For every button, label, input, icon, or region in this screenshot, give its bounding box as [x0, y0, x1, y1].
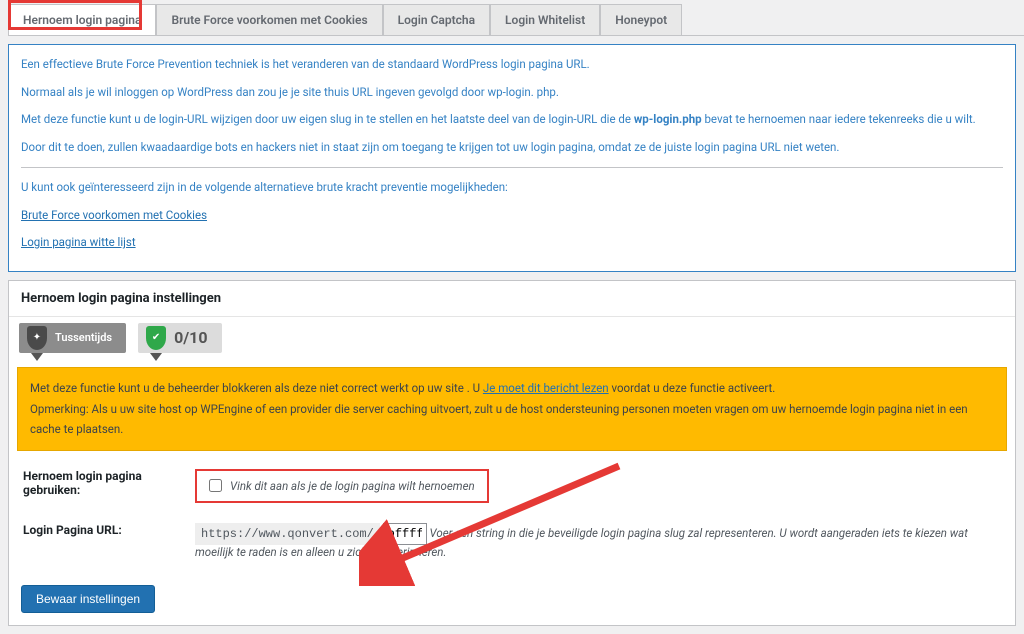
section-heading: Hernoem login pagina instellingen — [9, 281, 1015, 317]
link-brute-force-cookies[interactable]: Brute Force voorkomen met Cookies — [21, 208, 207, 222]
warn-line2: Opmerking: Als u uw site host op WPEngin… — [30, 399, 994, 440]
checkbox-rename-text: Vink dit aan als je de login pagina wilt… — [230, 479, 475, 493]
checkbox-rename-wrapper[interactable]: Vink dit aan als je de login pagina wilt… — [195, 469, 489, 503]
info-p1: Een effectieve Brute Force Prevention te… — [21, 57, 590, 71]
save-button[interactable]: Bewaar instellingen — [21, 585, 155, 613]
warn-line1a: Met deze functie kunt u de beheerder blo… — [30, 381, 483, 395]
tab-honeypot[interactable]: Honeypot — [600, 4, 682, 35]
info-p5: U kunt ook geïnteresseerd zijn in de vol… — [21, 178, 1003, 198]
shield-check-icon: ✔ — [146, 326, 166, 350]
info-panel: Een effectieve Brute Force Prevention te… — [8, 44, 1016, 272]
badge-score-value: 0/10 — [174, 328, 207, 347]
row-url-label: Login Pagina URL: — [9, 513, 189, 569]
tab-brute-force-cookies[interactable]: Brute Force voorkomen met Cookies — [156, 4, 382, 35]
login-slug-input[interactable] — [383, 523, 427, 545]
warn-line1b: voordat u deze functie activeert. — [609, 381, 776, 395]
tab-rename-login[interactable]: Hernoem login pagina — [8, 4, 156, 35]
checkbox-rename-login[interactable] — [209, 479, 222, 492]
warn-read-link[interactable]: Je moet dit bericht lezen — [483, 381, 609, 395]
tab-login-whitelist[interactable]: Login Whitelist — [490, 4, 600, 35]
badge-score: ✔ 0/10 — [138, 323, 221, 353]
info-p2: Normaal als je wil inloggen op WordPress… — [21, 83, 1003, 103]
info-p3a: Met deze functie kunt u de login-URL wij… — [21, 112, 634, 126]
link-login-whitelist[interactable]: Login pagina witte lijst — [21, 235, 136, 249]
warning-panel: Met deze functie kunt u de beheerder blo… — [17, 367, 1007, 451]
base-url-text: https://www.qonvert.com/ — [195, 523, 380, 545]
info-p3c: bevat te hernoemen naar iedere tekenreek… — [702, 112, 976, 126]
info-p4: Door dit te doen, zullen kwaadaardige bo… — [21, 138, 1003, 158]
row-rename-label: Hernoem login pagina gebruiken: — [9, 459, 189, 513]
shield-icon: ✦ — [27, 326, 47, 350]
badge-intermediate-label: Tussentijds — [55, 331, 112, 344]
security-badges: ✦ Tussentijds ✔ 0/10 — [9, 317, 1015, 359]
tab-login-captcha[interactable]: Login Captcha — [383, 4, 490, 35]
settings-panel: Hernoem login pagina instellingen ✦ Tuss… — [8, 280, 1016, 626]
badge-intermediate: ✦ Tussentijds — [19, 323, 126, 353]
settings-tabs: Hernoem login pagina Brute Force voorkom… — [8, 4, 1024, 36]
info-p3b: wp-login.php — [634, 112, 702, 126]
